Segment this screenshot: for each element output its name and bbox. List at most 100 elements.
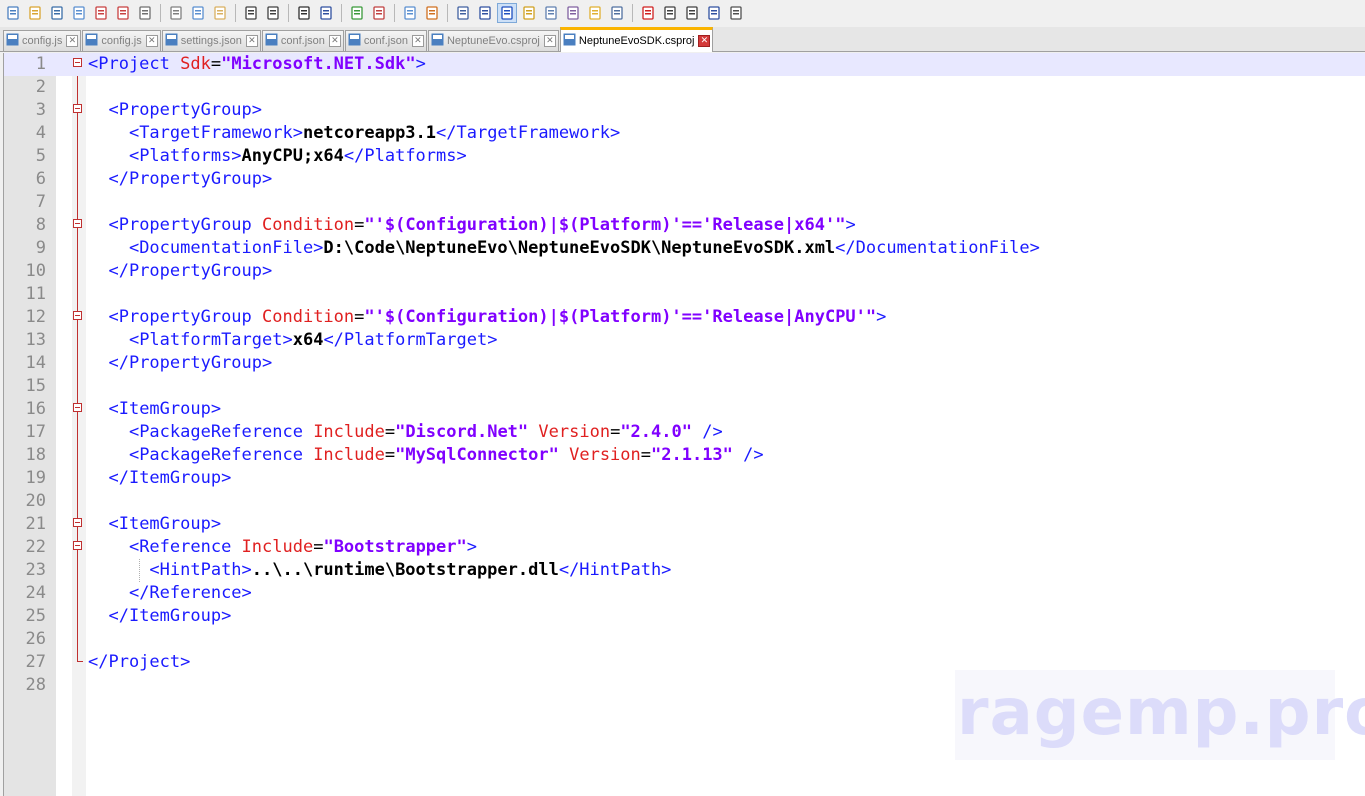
code-token: <ItemGroup>	[108, 399, 222, 419]
code-line[interactable]: 21 <ItemGroup>	[4, 513, 1365, 536]
code-token: Include	[241, 537, 314, 557]
show-all-chars-button[interactable]	[475, 3, 495, 23]
code-line[interactable]: 23 <HintPath>..\..\runtime\Bootstrapper.…	[4, 559, 1365, 582]
line-number: 15	[25, 376, 46, 396]
close-icon[interactable]: ✕	[411, 35, 424, 47]
code-line[interactable]: 7	[4, 191, 1365, 214]
code-line[interactable]: 4 <TargetFramework>netcoreapp3.1</Target…	[4, 122, 1365, 145]
code-line[interactable]: 18 <PackageReference Include="MySqlConne…	[4, 444, 1365, 467]
code-line[interactable]: 11	[4, 283, 1365, 306]
code-line[interactable]: 1 <Project Sdk="Microsoft.NET.Sdk">	[4, 53, 1365, 76]
print-button[interactable]	[135, 3, 155, 23]
close-icon[interactable]: ✕	[145, 35, 158, 47]
code-line[interactable]: 16 <ItemGroup>	[4, 398, 1365, 421]
code-line[interactable]: 12 <PropertyGroup Condition="'$(Configur…	[4, 306, 1365, 329]
paste-button[interactable]	[210, 3, 230, 23]
code-line[interactable]: 17 <PackageReference Include="Discord.Ne…	[4, 421, 1365, 444]
open-file-button[interactable]	[25, 3, 45, 23]
close-icon[interactable]: ✕	[66, 35, 79, 47]
save-macro-button[interactable]	[726, 3, 746, 23]
line-text: <PackageReference Include="MySqlConnecto…	[88, 444, 764, 467]
fold-collapse-icon[interactable]	[73, 541, 82, 550]
code-line[interactable]: 3 <PropertyGroup>	[4, 99, 1365, 122]
close-icon[interactable]: ✕	[543, 35, 556, 47]
code-line[interactable]: 26	[4, 628, 1365, 651]
line-text: <PropertyGroup Condition="'$(Configurati…	[88, 306, 886, 329]
code-token: x64	[292, 330, 324, 350]
new-file-button[interactable]	[3, 3, 23, 23]
run-macro-multiple-button[interactable]	[704, 3, 724, 23]
close-all-button[interactable]	[113, 3, 133, 23]
tab-file[interactable]: conf.json ✕	[261, 30, 344, 51]
code-line[interactable]: 19 </ItemGroup>	[4, 467, 1365, 490]
replace-button[interactable]	[316, 3, 336, 23]
save-button[interactable]	[47, 3, 67, 23]
code-line[interactable]: 8 <PropertyGroup Condition="'$(Configura…	[4, 214, 1365, 237]
fold-collapse-icon[interactable]	[73, 518, 82, 527]
close-icon[interactable]: ✕	[245, 35, 258, 47]
code-line[interactable]: 22 <Reference Include="Bootstrapper">	[4, 536, 1365, 559]
code-line[interactable]: 25 </ItemGroup>	[4, 605, 1365, 628]
user-language-button[interactable]	[519, 3, 539, 23]
playback-macro-button[interactable]	[682, 3, 702, 23]
fold-line	[77, 122, 78, 145]
fold-line	[77, 375, 78, 398]
code-line[interactable]: 9 <DocumentationFile>D:\Code\NeptuneEvo\…	[4, 237, 1365, 260]
line-number: 14	[25, 353, 46, 373]
code-line[interactable]: 13 <PlatformTarget>x64</PlatformTarget>	[4, 329, 1365, 352]
function-list-button[interactable]	[563, 3, 583, 23]
code-line[interactable]: 14 </PropertyGroup>	[4, 352, 1365, 375]
code-token: =	[313, 537, 324, 557]
code-token: netcoreapp3.1	[302, 123, 437, 143]
find-button[interactable]	[294, 3, 314, 23]
fold-collapse-icon[interactable]	[73, 104, 82, 113]
tab-file[interactable]: conf.json ✕	[344, 30, 427, 51]
copy-button[interactable]	[188, 3, 208, 23]
code-line[interactable]: 20	[4, 490, 1365, 513]
zoom-out-button[interactable]	[369, 3, 389, 23]
toolbar-separator	[341, 4, 342, 22]
record-macro-button[interactable]	[638, 3, 658, 23]
code-line[interactable]: 24 </Reference>	[4, 582, 1365, 605]
fold-collapse-icon[interactable]	[73, 58, 82, 67]
close-icon[interactable]: ✕	[698, 35, 711, 47]
cut-button[interactable]	[166, 3, 186, 23]
cut-icon	[170, 6, 182, 20]
fold-collapse-icon[interactable]	[73, 403, 82, 412]
code-line[interactable]: 2	[4, 76, 1365, 99]
fold-collapse-icon[interactable]	[73, 219, 82, 228]
tab-file[interactable]: NeptuneEvo.csproj ✕	[427, 30, 559, 51]
line-number: 4	[35, 123, 46, 143]
code-token: Include	[313, 445, 385, 465]
fold-line	[77, 329, 78, 352]
code-token: =	[384, 445, 396, 465]
sync-vertical-button[interactable]	[400, 3, 420, 23]
file-icon	[431, 33, 447, 49]
close-button[interactable]	[91, 3, 111, 23]
word-wrap-button[interactable]	[453, 3, 473, 23]
code-line[interactable]: 6 </PropertyGroup>	[4, 168, 1365, 191]
redo-button[interactable]	[263, 3, 283, 23]
tab-file[interactable]: settings.json ✕	[161, 30, 261, 51]
sync-horizontal-icon	[426, 6, 438, 20]
code-token: "2.1.13"	[651, 445, 733, 465]
tab-file[interactable]: NeptuneEvoSDK.csproj ✕	[559, 27, 714, 52]
zoom-in-button[interactable]	[347, 3, 367, 23]
indent-guide-button[interactable]	[497, 3, 517, 23]
doc-map-button[interactable]	[541, 3, 561, 23]
redo-icon	[267, 6, 279, 20]
undo-button[interactable]	[241, 3, 261, 23]
sync-horizontal-button[interactable]	[422, 3, 442, 23]
tab-file[interactable]: config.js ✕	[3, 30, 82, 51]
monitoring-button[interactable]	[607, 3, 627, 23]
code-line[interactable]: 10 </PropertyGroup>	[4, 260, 1365, 283]
fold-collapse-icon[interactable]	[73, 311, 82, 320]
code-line[interactable]: 15	[4, 375, 1365, 398]
close-icon[interactable]: ✕	[328, 35, 341, 47]
save-all-button[interactable]	[69, 3, 89, 23]
code-line[interactable]: 5 <Platforms>AnyCPU;x64</Platforms>	[4, 145, 1365, 168]
stop-record-button[interactable]	[660, 3, 680, 23]
tab-file[interactable]: config.js ✕	[82, 30, 161, 51]
folder-as-workspace-button[interactable]	[585, 3, 605, 23]
